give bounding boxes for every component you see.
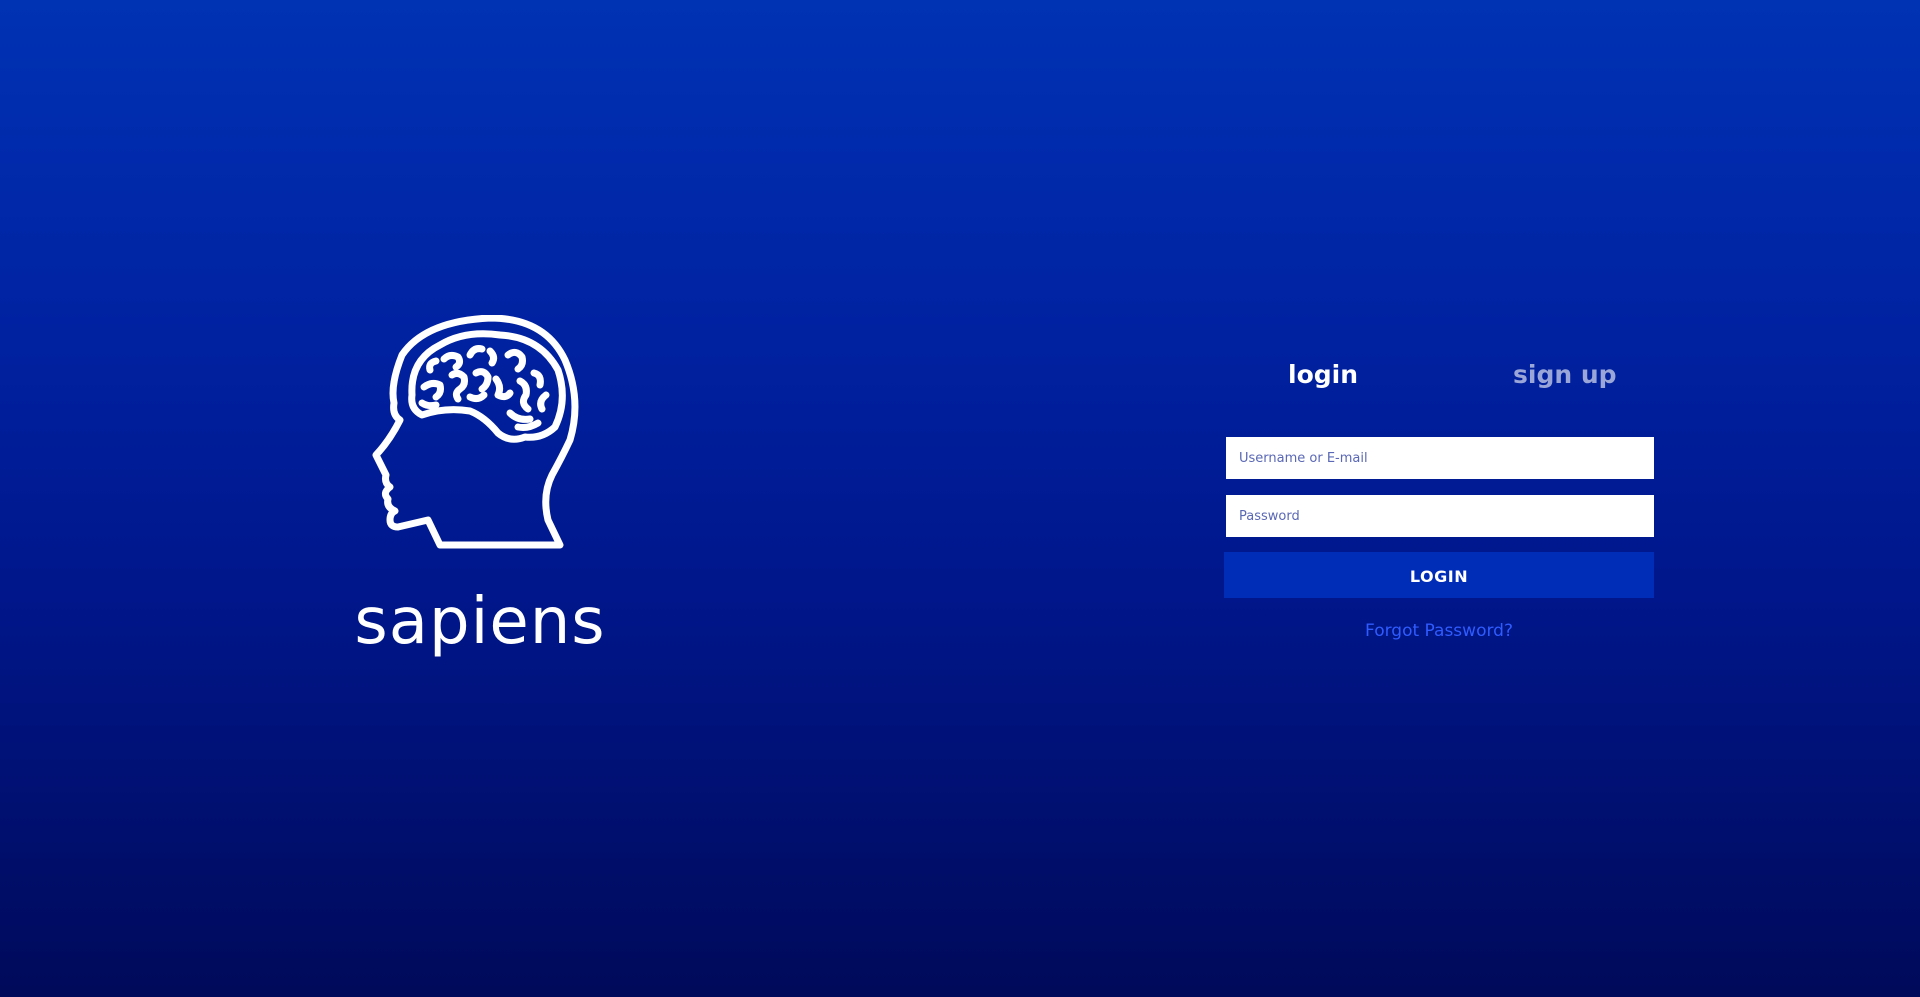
brand-name: sapiens: [354, 585, 606, 659]
tab-signup[interactable]: sign up: [1513, 350, 1617, 400]
brand-section: sapiens: [340, 315, 620, 675]
forgot-password-link[interactable]: Forgot Password?: [1224, 621, 1654, 641]
auth-panel: login sign up LOGIN Forgot Password?: [1224, 350, 1654, 641]
login-button[interactable]: LOGIN: [1224, 552, 1654, 598]
brain-head-icon: [372, 315, 579, 549]
tab-login[interactable]: login: [1288, 350, 1358, 400]
password-input[interactable]: [1226, 495, 1654, 537]
username-input[interactable]: [1226, 437, 1654, 479]
auth-tabs: login sign up: [1224, 350, 1654, 400]
